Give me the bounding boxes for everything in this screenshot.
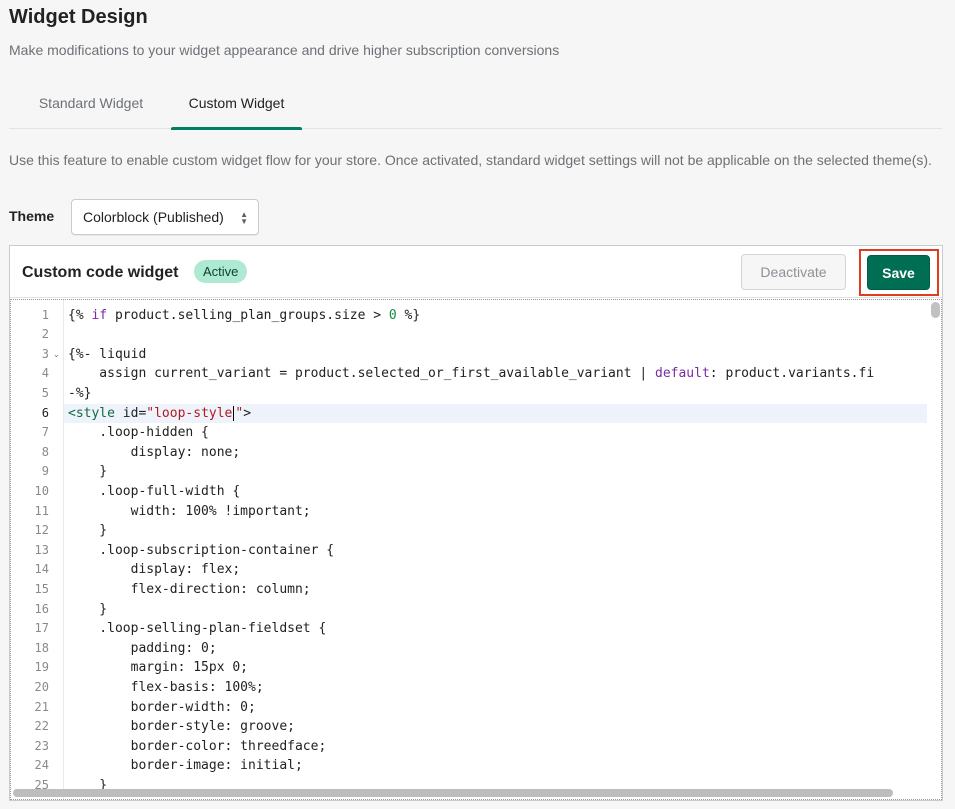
custom-code-widget-card: Custom code widget Active Deactivate Sav… — [9, 245, 943, 801]
code-line: <style id="loop-style "> — [68, 404, 251, 424]
tab-bar: Standard Widget Custom Widget — [9, 84, 942, 130]
line-number: 22 — [34, 719, 49, 734]
line-number: 2 — [41, 327, 49, 342]
code-token: > — [243, 405, 252, 421]
line-number: 6 — [41, 405, 49, 420]
line-number: 24 — [34, 758, 49, 773]
line-number: 20 — [34, 679, 49, 694]
code-line: {%- liquid — [68, 346, 147, 362]
line-number: 3 — [41, 346, 49, 361]
code-token: id= — [114, 405, 147, 421]
line-number-gutter: 1 2 3 ⌄ 4 5 6 7 8 9 10 11 12 13 14 15 16… — [11, 300, 64, 799]
code-line: .loop-subscription-container { — [68, 542, 335, 558]
code-line: border-image: initial; — [68, 758, 303, 774]
code-token: product.selling_plan_groups.size > — [107, 307, 389, 323]
code-token: assign current_variant = product.selecte… — [68, 366, 655, 382]
code-line: margin: 15px 0; — [68, 660, 249, 676]
card-header: Custom code widget Active Deactivate Sav… — [10, 246, 942, 298]
theme-select[interactable]: Colorblock (Published) ▲ ▼ — [71, 199, 259, 235]
line-number: 21 — [34, 699, 49, 714]
code-line: border-color: threedface; — [68, 738, 327, 754]
code-line: assign current_variant = product.selecte… — [68, 364, 874, 384]
code-line: flex-direction: column; — [68, 581, 311, 597]
select-caret-icon: ▲ ▼ — [240, 210, 248, 226]
code-line: border-style: groove; — [68, 719, 295, 735]
code-line: } — [68, 601, 108, 617]
code-keyword: if — [91, 307, 108, 323]
line-number: 17 — [34, 621, 49, 636]
code-line: } — [68, 464, 108, 480]
line-number: 5 — [41, 385, 49, 400]
code-line: .loop-hidden { — [68, 425, 209, 441]
line-number: 1 — [41, 307, 49, 322]
deactivate-button[interactable]: Deactivate — [741, 254, 846, 290]
line-number: 14 — [34, 562, 49, 577]
code-number: 0 — [388, 307, 397, 323]
code-line: padding: 0; — [68, 640, 217, 656]
line-number: 10 — [34, 483, 49, 498]
theme-select-value: Colorblock (Published) — [83, 209, 224, 225]
code-line: display: flex; — [68, 562, 241, 578]
code-token: %} — [396, 307, 421, 323]
code-line: width: 100% !important; — [68, 503, 311, 519]
code-line: border-width: 0; — [68, 699, 256, 715]
line-number: 13 — [34, 542, 49, 557]
line-number: 4 — [41, 366, 49, 381]
page-subtitle: Make modifications to your widget appear… — [9, 42, 560, 58]
line-number: 9 — [41, 464, 49, 479]
code-line: {% if product.selling_plan_groups.size >… — [68, 306, 420, 326]
line-number: 18 — [34, 640, 49, 655]
code-line: display: none; — [68, 444, 241, 460]
code-line: .loop-selling-plan-fieldset { — [68, 621, 327, 637]
code-string: "loop-style — [146, 405, 233, 421]
card-title: Custom code widget — [22, 264, 179, 281]
vertical-scrollbar[interactable] — [931, 302, 940, 318]
code-token: {% — [68, 307, 92, 323]
line-number: 12 — [34, 523, 49, 538]
page-title: Widget Design — [9, 6, 148, 28]
code-editor[interactable]: 1 2 3 ⌄ 4 5 6 7 8 9 10 11 12 13 14 15 16… — [10, 299, 942, 800]
status-badge: Active — [194, 260, 248, 283]
fold-chevron-icon[interactable]: ⌄ — [53, 345, 60, 365]
code-tag: <style — [68, 405, 115, 421]
line-number: 8 — [41, 444, 49, 459]
code-line: } — [68, 523, 108, 539]
info-text: Use this feature to enable custom widget… — [9, 152, 932, 168]
save-button[interactable]: Save — [867, 255, 930, 290]
line-number: 11 — [34, 503, 49, 518]
line-number: 15 — [34, 581, 49, 596]
code-token: : product.variants.fi — [709, 366, 875, 382]
theme-label: Theme — [9, 208, 55, 224]
tab-custom-widget[interactable]: Custom Widget — [171, 84, 302, 130]
line-number: 7 — [41, 425, 49, 440]
code-keyword: default — [655, 366, 710, 382]
line-number: 19 — [34, 660, 49, 675]
line-number: 23 — [34, 738, 49, 753]
line-number: 16 — [34, 601, 49, 616]
code-line: .loop-full-width { — [68, 483, 241, 499]
code-line: -%} — [68, 385, 92, 401]
tab-standard-widget[interactable]: Standard Widget — [18, 84, 164, 129]
code-text-area[interactable]: {% if product.selling_plan_groups.size >… — [64, 300, 927, 799]
code-line: flex-basis: 100%; — [68, 679, 264, 695]
horizontal-scrollbar[interactable] — [13, 789, 893, 797]
